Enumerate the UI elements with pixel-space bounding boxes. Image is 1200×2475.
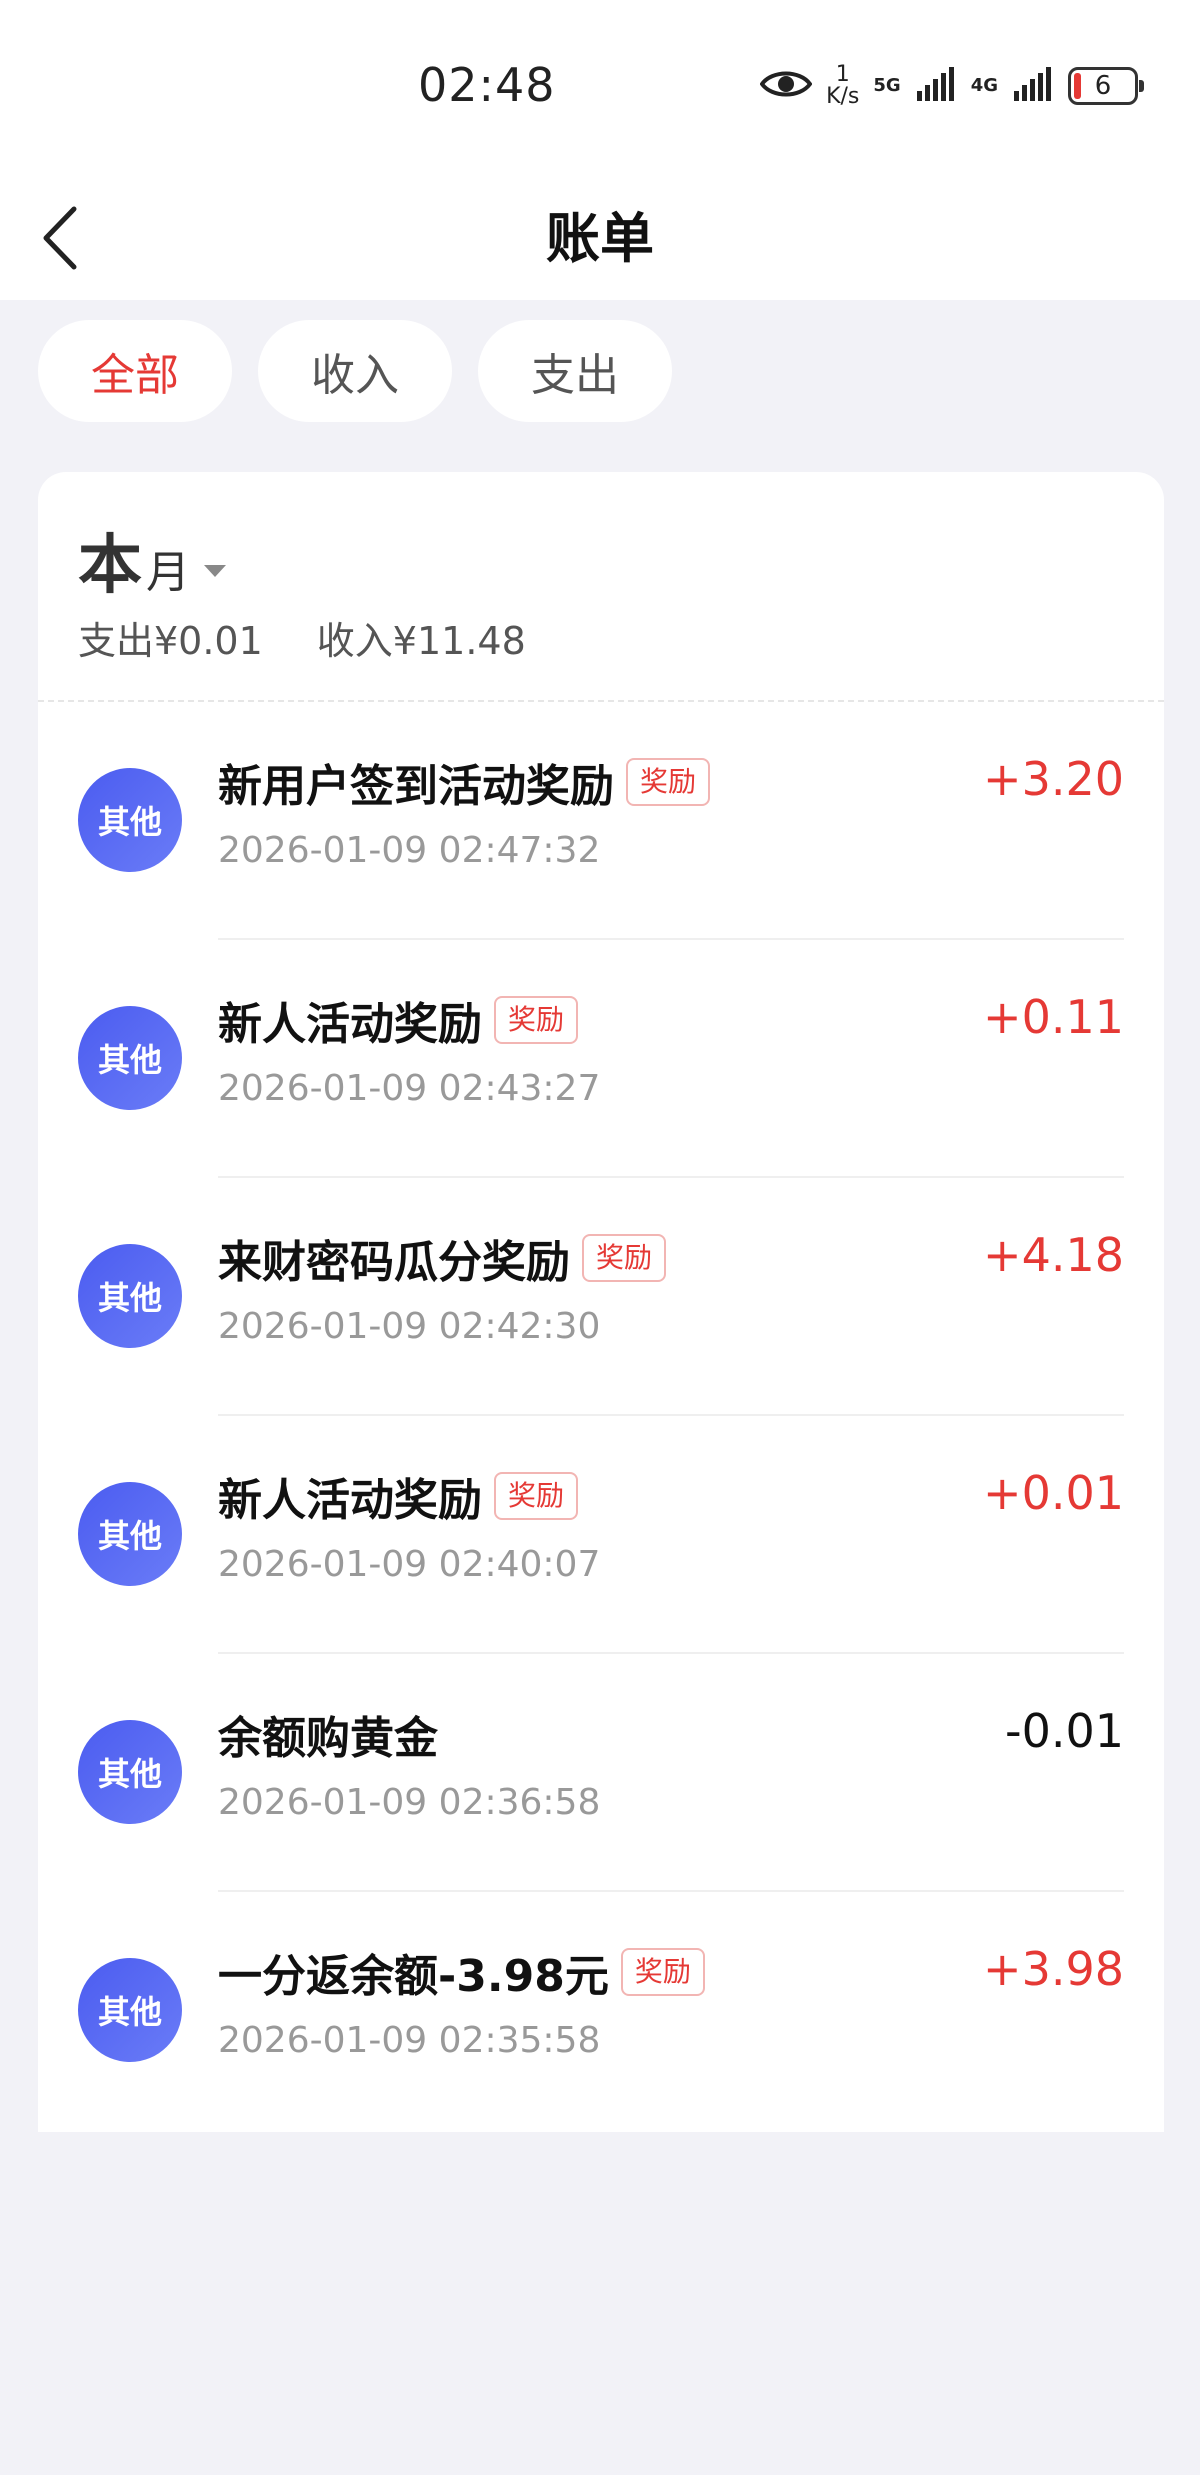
nav-bar: 账单 xyxy=(0,180,1200,300)
transaction-row[interactable]: 其他 新用户签到活动奖励 奖励 2026-01-09 02:47:32 +3.2… xyxy=(38,702,1164,940)
bill-card: 本 月 支出¥0.01 收入¥11.48 其他 新用户签到活动奖励 奖励 202… xyxy=(38,472,1164,2132)
category-avatar: 其他 xyxy=(78,1006,182,1110)
transaction-title: 余额购黄金 xyxy=(218,1713,438,1764)
transaction-title-line: 来财密码瓜分奖励 奖励 xyxy=(218,1226,667,1290)
reward-tag: 奖励 xyxy=(582,1234,667,1282)
transaction-title: 新人活动奖励 xyxy=(218,1475,482,1526)
tab-all[interactable]: 全部 xyxy=(38,320,232,422)
transaction-title-line: 新人活动奖励 奖励 xyxy=(218,988,579,1052)
transaction-amount: +3.98 xyxy=(983,1942,1124,1996)
network-speed: 1 K/s xyxy=(826,64,859,108)
month-label-main: 本 xyxy=(78,529,142,603)
status-time: 02:48 xyxy=(418,58,556,112)
eye-icon xyxy=(759,66,813,106)
reward-tag: 奖励 xyxy=(620,1948,705,1996)
reward-tag: 奖励 xyxy=(626,758,711,806)
transaction-row[interactable]: 其他 新人活动奖励 奖励 2026-01-09 02:40:07 +0.01 xyxy=(38,1416,1164,1654)
transaction-amount: +3.20 xyxy=(983,752,1124,806)
page-title: 账单 xyxy=(546,207,654,270)
signal-4g-label: 4G xyxy=(970,75,998,96)
transaction-amount: +0.01 xyxy=(983,1466,1124,1520)
transaction-title-line: 一分返余额-3.98元 奖励 xyxy=(218,1940,705,2004)
signal-4g-icon xyxy=(1014,67,1054,105)
category-avatar: 其他 xyxy=(78,1482,182,1586)
tab-expense[interactable]: 支出 xyxy=(478,320,672,422)
month-summary: 支出¥0.01 收入¥11.48 xyxy=(78,610,526,665)
transaction-title: 一分返余额-3.98元 xyxy=(218,1951,609,2002)
transaction-time: 2026-01-09 02:40:07 xyxy=(218,1544,601,1585)
transaction-time: 2026-01-09 02:42:30 xyxy=(218,1306,601,1347)
transaction-time: 2026-01-09 02:47:32 xyxy=(218,830,601,871)
status-bar: 02:48 1 K/s 5G 4G 6 xyxy=(0,0,1200,180)
transaction-row[interactable]: 其他 新人活动奖励 奖励 2026-01-09 02:43:27 +0.11 xyxy=(38,940,1164,1178)
filter-tabs: 全部 收入 支出 xyxy=(38,320,672,422)
month-selector[interactable]: 本 月 xyxy=(78,514,226,606)
transaction-time: 2026-01-09 02:35:58 xyxy=(218,2020,601,2061)
tab-income[interactable]: 收入 xyxy=(258,320,452,422)
category-avatar: 其他 xyxy=(78,768,182,872)
status-icons: 1 K/s 5G 4G 6 xyxy=(759,56,1144,116)
transaction-time: 2026-01-09 02:43:27 xyxy=(218,1068,601,1109)
transaction-title-line: 余额购黄金 xyxy=(218,1702,438,1766)
month-header: 本 月 支出¥0.01 收入¥11.48 xyxy=(38,472,1164,702)
transaction-title: 新人活动奖励 xyxy=(218,999,482,1050)
transaction-row[interactable]: 其他 来财密码瓜分奖励 奖励 2026-01-09 02:42:30 +4.18 xyxy=(38,1178,1164,1416)
transaction-list: 其他 新用户签到活动奖励 奖励 2026-01-09 02:47:32 +3.2… xyxy=(38,702,1164,2130)
battery-level: 6 xyxy=(1094,71,1112,101)
chevron-left-icon xyxy=(40,205,80,275)
month-label-suffix: 月 xyxy=(146,547,190,598)
transaction-title: 来财密码瓜分奖励 xyxy=(218,1237,570,1288)
caret-down-icon xyxy=(204,565,226,577)
month-expense-total: 支出¥0.01 xyxy=(78,619,263,663)
reward-tag: 奖励 xyxy=(494,996,579,1044)
category-avatar: 其他 xyxy=(78,1244,182,1348)
network-speed-value: 1 xyxy=(835,62,850,87)
month-income-total: 收入¥11.48 xyxy=(316,619,526,663)
transaction-amount: +0.11 xyxy=(983,990,1124,1044)
transaction-title: 新用户签到活动奖励 xyxy=(218,761,614,812)
signal-5g-icon xyxy=(916,67,957,105)
network-speed-unit: K/s xyxy=(826,84,860,109)
category-avatar: 其他 xyxy=(78,1958,182,2062)
transaction-amount: +4.18 xyxy=(983,1228,1124,1282)
transaction-row[interactable]: 其他 一分返余额-3.98元 奖励 2026-01-09 02:35:58 +3… xyxy=(38,1892,1164,2130)
transaction-amount: -0.01 xyxy=(1004,1704,1124,1758)
signal-5g-label: 5G xyxy=(873,75,901,96)
category-avatar: 其他 xyxy=(78,1720,182,1824)
battery-icon: 6 xyxy=(1068,67,1144,105)
back-button[interactable] xyxy=(40,190,140,290)
transaction-row[interactable]: 其他 余额购黄金 2026-01-09 02:36:58 -0.01 xyxy=(38,1654,1164,1892)
transaction-title-line: 新用户签到活动奖励 奖励 xyxy=(218,750,711,814)
transaction-title-line: 新人活动奖励 奖励 xyxy=(218,1464,579,1528)
reward-tag: 奖励 xyxy=(494,1472,579,1520)
transaction-time: 2026-01-09 02:36:58 xyxy=(218,1782,601,1823)
